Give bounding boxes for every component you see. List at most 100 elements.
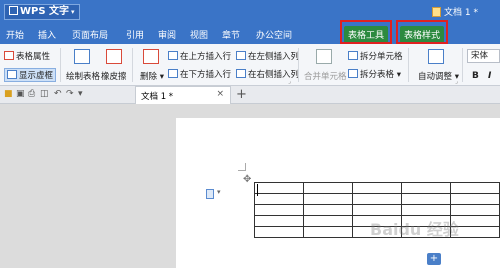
open-folder-icon[interactable]: ■ xyxy=(4,89,13,99)
show-gridlines-button[interactable]: 显示虚框 xyxy=(4,68,57,82)
group-expand-icon[interactable]: ⌟ xyxy=(288,78,291,85)
divider xyxy=(462,48,463,82)
split-cells-icon xyxy=(348,51,358,60)
menu-office-space[interactable]: 办公空间 xyxy=(256,28,292,41)
table-cell[interactable] xyxy=(401,193,451,205)
insert-col-right-icon xyxy=(236,69,246,78)
insert-row-below-label: 在下方插入行 xyxy=(180,70,232,80)
table-cell[interactable] xyxy=(450,204,500,216)
italic-button[interactable]: I xyxy=(488,71,491,81)
menu-references[interactable]: 引用 xyxy=(126,28,144,41)
table-cell[interactable] xyxy=(352,193,402,205)
chevron-down-icon[interactable]: ▾ xyxy=(78,89,83,99)
table-cell[interactable] xyxy=(450,193,500,205)
table-cell[interactable] xyxy=(303,204,353,216)
new-tab-icon[interactable]: + xyxy=(236,87,247,102)
app-name: WPS 文字 xyxy=(20,6,70,17)
chevron-down-icon: ▾ xyxy=(71,8,75,16)
split-cells-button[interactable]: 拆分单元格 xyxy=(348,50,403,62)
eraser-icon[interactable] xyxy=(106,49,122,64)
split-table-icon xyxy=(348,69,358,78)
divider xyxy=(408,48,409,82)
table-row xyxy=(254,193,500,205)
insert-row-above-label: 在上方插入行 xyxy=(180,52,232,62)
table-cell[interactable] xyxy=(254,204,304,216)
watermark: Baidu 经验 xyxy=(370,220,459,239)
table-cell[interactable] xyxy=(254,193,304,205)
table-cell[interactable] xyxy=(401,182,451,194)
insert-row-above-icon xyxy=(168,51,178,60)
merge-cells-icon[interactable] xyxy=(316,49,332,64)
split-table-label: 拆分表格 xyxy=(360,70,395,80)
menu-view[interactable]: 视图 xyxy=(190,28,208,41)
margin-corner-mark xyxy=(238,163,246,171)
split-cells-label: 拆分单元格 xyxy=(360,52,403,62)
print-preview-icon[interactable]: ◫ xyxy=(40,89,49,99)
chevron-down-icon[interactable]: ▾ xyxy=(217,188,221,196)
save-icon[interactable]: ▣ xyxy=(16,89,25,99)
bold-button[interactable]: B xyxy=(472,71,479,81)
ribbon-toolbar: 表格属性 显示虚框 绘制表格 橡皮擦 删除 ▾ 在上方插入行 在下方插入行 在左… xyxy=(0,44,500,86)
merge-cells-button[interactable]: 合并单元格 xyxy=(304,70,347,82)
table-cell[interactable] xyxy=(352,204,402,216)
table-move-handle-icon[interactable]: ✥ xyxy=(243,174,251,185)
table-cell[interactable] xyxy=(303,182,353,194)
table-row xyxy=(254,182,500,194)
insert-col-left-label: 在左侧插入列 xyxy=(248,52,300,62)
table-row xyxy=(254,204,500,216)
divider xyxy=(132,48,133,82)
table-cell[interactable] xyxy=(254,215,304,227)
insert-row-below-icon xyxy=(168,69,178,78)
table-properties-icon xyxy=(4,51,14,60)
menu-home[interactable]: 开始 xyxy=(6,28,24,41)
table-cell[interactable] xyxy=(352,182,402,194)
insert-row-above-button[interactable]: 在上方插入行 xyxy=(168,50,231,62)
split-table-button[interactable]: 拆分表格 ▾ xyxy=(348,68,401,80)
highlight-table-tools xyxy=(340,20,392,44)
group-expand-icon[interactable]: ⌟ xyxy=(455,78,458,85)
menu-insert[interactable]: 插入 xyxy=(38,28,56,41)
menu-page-layout[interactable]: 页面布局 xyxy=(72,28,108,41)
insert-row-below-button[interactable]: 在下方插入行 xyxy=(168,68,231,80)
eraser-button[interactable]: 橡皮擦 xyxy=(101,70,127,82)
delete-label: 删除 xyxy=(140,72,158,82)
document-tab-label: 文档 1 * xyxy=(141,92,174,102)
table-properties-button[interactable]: 表格属性 xyxy=(4,50,50,62)
delete-button[interactable]: 删除 ▾ xyxy=(140,70,164,82)
redo-icon[interactable]: ↷ xyxy=(66,89,74,99)
table-cell[interactable] xyxy=(254,226,304,238)
auto-fit-icon[interactable] xyxy=(428,49,444,64)
divider xyxy=(298,48,299,82)
draw-table-button[interactable]: 绘制表格 xyxy=(66,70,100,82)
table-cell[interactable] xyxy=(254,182,304,194)
text-cursor xyxy=(257,184,258,196)
draw-table-icon[interactable] xyxy=(74,49,90,64)
table-cell[interactable] xyxy=(303,193,353,205)
window-title: 文档 1 * xyxy=(432,5,478,18)
table-cell[interactable] xyxy=(303,215,353,227)
menu-section[interactable]: 章节 xyxy=(222,28,240,41)
close-tab-icon[interactable]: × xyxy=(216,89,224,99)
paragraph-marker-icon[interactable] xyxy=(206,189,214,199)
auto-fit-label: 自动调整 xyxy=(418,72,453,82)
divider xyxy=(60,48,61,82)
document-icon xyxy=(432,7,442,17)
menu-review[interactable]: 审阅 xyxy=(158,28,176,41)
print-icon[interactable]: ⎙ xyxy=(28,89,35,99)
add-row-icon[interactable]: + xyxy=(427,253,441,265)
highlight-table-style xyxy=(396,20,448,44)
insert-col-right-label: 在右侧插入列 xyxy=(248,70,300,80)
wps-logo-icon xyxy=(9,6,18,15)
delete-table-icon[interactable] xyxy=(143,49,159,64)
undo-icon[interactable]: ↶ xyxy=(54,89,62,99)
auto-fit-button[interactable]: 自动调整 ▾ xyxy=(418,70,459,82)
table-properties-label: 表格属性 xyxy=(16,52,51,62)
insert-col-left-icon xyxy=(236,51,246,60)
table-cell[interactable] xyxy=(401,204,451,216)
app-menu-button[interactable]: WPS 文字 ▾ xyxy=(4,4,80,20)
insert-col-left-button[interactable]: 在左侧插入列 xyxy=(236,50,299,62)
table-cell[interactable] xyxy=(450,182,500,194)
font-family-select[interactable]: 宋体 xyxy=(467,49,500,63)
document-tab[interactable]: 文档 1 * × xyxy=(135,86,231,104)
table-cell[interactable] xyxy=(303,226,353,238)
